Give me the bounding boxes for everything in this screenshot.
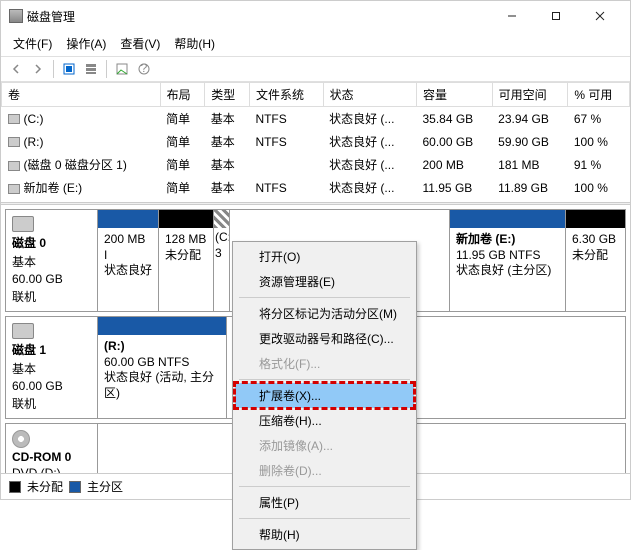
- volume-row[interactable]: (磁盘 0 磁盘分区 1)简单基本状态良好 (...200 MB181 MB91…: [2, 153, 630, 176]
- col-pct[interactable]: % 可用: [568, 83, 630, 107]
- ctx-shrink-volume[interactable]: 压缩卷(H)...: [235, 408, 414, 433]
- menu-file[interactable]: 文件(F): [7, 33, 58, 54]
- disk-0-partition-c[interactable]: (C:)3: [213, 210, 229, 311]
- maximize-button[interactable]: [534, 1, 578, 31]
- back-icon[interactable]: [7, 60, 25, 78]
- menu-help[interactable]: 帮助(H): [168, 33, 221, 54]
- forward-icon[interactable]: [29, 60, 47, 78]
- volume-row[interactable]: (C:)简单基本NTFS状态良好 (...35.84 GB23.94 GB67 …: [2, 107, 630, 131]
- toolbar: ?: [1, 56, 630, 82]
- disk-0-header[interactable]: 磁盘 0 基本 60.00 GB 联机: [6, 210, 98, 311]
- volume-list[interactable]: 卷 布局 类型 文件系统 状态 容量 可用空间 % 可用 (C:)简单基本NTF…: [1, 82, 630, 202]
- menu-action[interactable]: 操作(A): [60, 33, 112, 54]
- disk-0-partition-0[interactable]: 200 MB I状态良好: [98, 210, 158, 311]
- col-layout[interactable]: 布局: [160, 83, 205, 107]
- col-free[interactable]: 可用空间: [492, 83, 568, 107]
- ctx-mark-active[interactable]: 将分区标记为活动分区(M): [235, 301, 414, 326]
- ctx-change-letter[interactable]: 更改驱动器号和路径(C)...: [235, 326, 414, 351]
- col-volume[interactable]: 卷: [2, 83, 161, 107]
- ctx-help[interactable]: 帮助(H): [235, 522, 414, 547]
- disk-icon: [12, 323, 34, 339]
- window-title: 磁盘管理: [23, 8, 490, 25]
- legend-label-primary: 主分区: [87, 478, 123, 495]
- legend-swatch-unallocated: [9, 481, 21, 493]
- ctx-open[interactable]: 打开(O): [235, 244, 414, 269]
- col-fs[interactable]: 文件系统: [249, 83, 323, 107]
- col-status[interactable]: 状态: [323, 83, 416, 107]
- disk-1-partition-r[interactable]: (R:)60.00 GB NTFS状态良好 (活动, 主分区): [98, 317, 226, 418]
- refresh-icon[interactable]: [60, 60, 78, 78]
- ctx-delete-volume: 删除卷(D)...: [235, 458, 414, 483]
- minimize-button[interactable]: [490, 1, 534, 31]
- disk-1-header[interactable]: 磁盘 1 基本 60.00 GB 联机: [6, 317, 98, 418]
- ctx-properties[interactable]: 属性(P): [235, 490, 414, 515]
- ctx-add-mirror: 添加镜像(A)...: [235, 433, 414, 458]
- settings-icon[interactable]: [113, 60, 131, 78]
- disk-0-unallocated-0[interactable]: 128 MB未分配: [158, 210, 213, 311]
- col-capacity[interactable]: 容量: [416, 83, 492, 107]
- disk-0-partition-e[interactable]: 新加卷 (E:)11.95 GB NTFS状态良好 (主分区): [449, 210, 565, 311]
- legend-swatch-primary: [69, 481, 81, 493]
- app-icon: [9, 9, 23, 23]
- volume-row[interactable]: (R:)简单基本NTFS状态良好 (...60.00 GB59.90 GB100…: [2, 130, 630, 153]
- views-icon[interactable]: [82, 60, 100, 78]
- close-button[interactable]: [578, 1, 622, 31]
- col-type[interactable]: 类型: [205, 83, 250, 107]
- menu-bar: 文件(F) 操作(A) 查看(V) 帮助(H): [1, 31, 630, 56]
- legend-label-unallocated: 未分配: [27, 478, 63, 495]
- cdrom-header[interactable]: CD-ROM 0 DVD (D:) 无媒体: [6, 424, 98, 473]
- disk-0-unallocated-1[interactable]: 6.30 GB未分配: [565, 210, 625, 311]
- title-bar: 磁盘管理: [1, 1, 630, 31]
- svg-text:?: ?: [141, 62, 148, 75]
- volume-row[interactable]: 新加卷 (E:)简单基本NTFS状态良好 (...11.95 GB11.89 G…: [2, 176, 630, 199]
- help-icon[interactable]: ?: [135, 60, 153, 78]
- ctx-extend-volume[interactable]: 扩展卷(X)...: [235, 383, 414, 408]
- context-menu: 打开(O) 资源管理器(E) 将分区标记为活动分区(M) 更改驱动器号和路径(C…: [232, 241, 417, 550]
- cd-icon: [12, 430, 30, 448]
- disk-icon: [12, 216, 34, 232]
- ctx-format: 格式化(F)...: [235, 351, 414, 376]
- ctx-explorer[interactable]: 资源管理器(E): [235, 269, 414, 294]
- menu-view[interactable]: 查看(V): [114, 33, 166, 54]
